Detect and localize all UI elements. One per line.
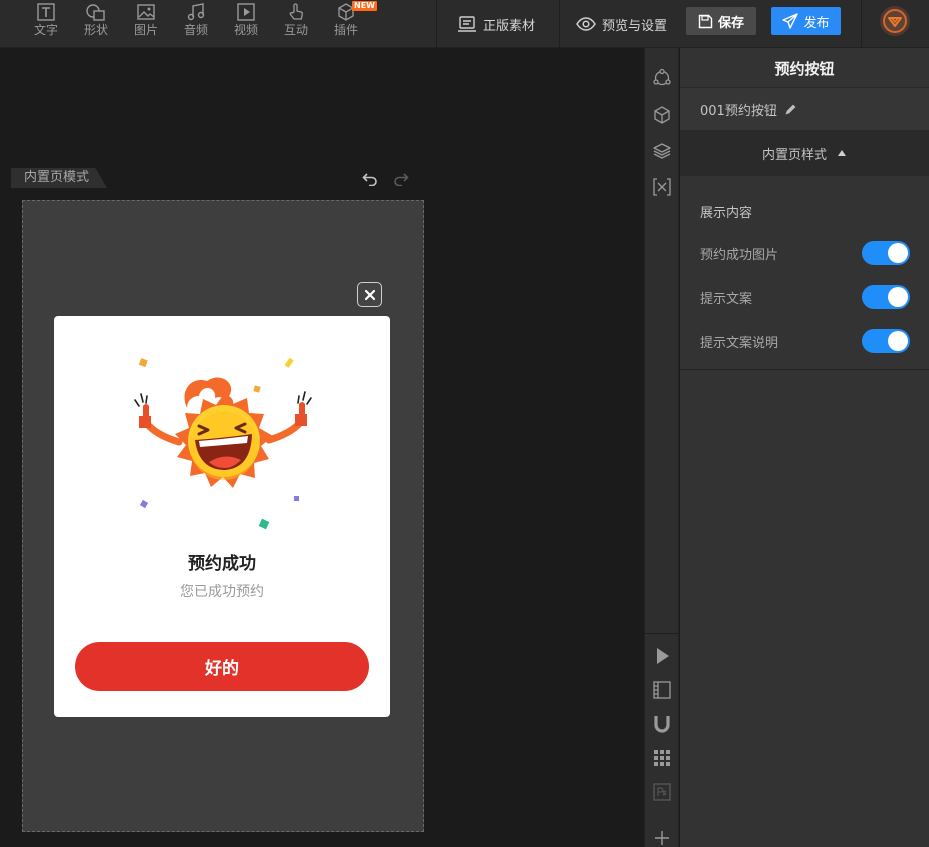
- tool-text[interactable]: 文字: [26, 0, 66, 48]
- component-name-row[interactable]: 001预约按钮: [680, 88, 929, 130]
- close-button[interactable]: [357, 282, 382, 307]
- display-content-heading: 展示内容: [700, 206, 753, 221]
- add-icon[interactable]: [652, 828, 672, 847]
- toolbar-divider: [436, 0, 437, 48]
- tool-image-label: 图片: [133, 23, 158, 37]
- happy-sun-illustration: [134, 357, 312, 530]
- tool-video[interactable]: 视频: [226, 0, 266, 48]
- toggle-knob: [888, 243, 908, 263]
- redo-icon[interactable]: [393, 172, 409, 186]
- magnet-icon[interactable]: [652, 714, 672, 734]
- publish-button[interactable]: 发布: [771, 7, 841, 35]
- success-image-toggle[interactable]: [862, 241, 910, 265]
- tool-shape[interactable]: 形状: [76, 0, 116, 48]
- section-label: 内置页样式: [761, 147, 827, 163]
- top-toolbar: 文字 形状 图片 音频 视频 互动 NEW 插件 正版素材 预览与设置 保存 发…: [0, 0, 929, 48]
- property-panel: 预约按钮 001预约按钮 内置页样式 展示内容 预约成功图片 提示文案 提示文案…: [680, 48, 929, 847]
- layers-icon[interactable]: [652, 141, 672, 161]
- play-icon[interactable]: [652, 646, 672, 666]
- component-cube-icon[interactable]: [652, 105, 672, 125]
- tool-column-divider: [645, 633, 680, 634]
- toggle-row-tip-text: 提示文案: [680, 275, 929, 319]
- video-icon: [237, 3, 255, 21]
- assets-icon: [458, 16, 476, 32]
- success-dialog: 预约成功 您已成功预约 好的: [54, 316, 390, 717]
- variable-icon[interactable]: [652, 177, 672, 197]
- panel-divider: [680, 369, 929, 370]
- caret-up-icon: [838, 150, 846, 156]
- hand-pointer-icon: [289, 3, 303, 20]
- side-tool-column: [644, 48, 680, 847]
- pencil-edit-icon[interactable]: [785, 103, 797, 115]
- tool-shape-label: 形状: [83, 23, 108, 37]
- assets-button[interactable]: 正版素材: [457, 0, 535, 48]
- image-icon: [137, 4, 155, 20]
- share-triangle-icon[interactable]: [652, 68, 672, 88]
- assets-label: 正版素材: [483, 18, 536, 34]
- grid-icon[interactable]: [652, 748, 672, 768]
- tool-video-label: 视频: [233, 23, 258, 37]
- filmstrip-icon[interactable]: [652, 680, 672, 700]
- toolbar-divider: [861, 0, 862, 48]
- page-mode-tab[interactable]: 内置页模式: [11, 168, 108, 188]
- shape-icon: [86, 4, 105, 21]
- toggle-label: 提示文案说明: [700, 335, 779, 351]
- user-badge-icon: [883, 9, 907, 33]
- preview-settings-label: 预览与设置: [602, 18, 668, 34]
- undo-icon[interactable]: [362, 172, 378, 186]
- toggle-knob: [888, 287, 908, 307]
- save-button[interactable]: 保存: [686, 7, 756, 35]
- text-icon: [37, 3, 55, 21]
- toggle-knob: [888, 331, 908, 351]
- section-header-builtin-style[interactable]: 内置页样式: [680, 130, 929, 176]
- preview-settings-button[interactable]: 预览与设置: [576, 0, 667, 48]
- panel-title: 预约按钮: [680, 48, 929, 88]
- confirm-button[interactable]: 好的: [75, 642, 369, 691]
- tool-audio-label: 音频: [183, 23, 208, 37]
- save-label: 保存: [717, 15, 744, 31]
- tool-interactive[interactable]: 互动: [276, 0, 316, 48]
- tool-plugin-label: 插件: [333, 23, 358, 37]
- toggle-label: 预约成功图片: [700, 247, 779, 263]
- toggle-row-tip-description: 提示文案说明: [680, 319, 929, 363]
- toggle-label: 提示文案: [700, 291, 753, 307]
- tool-image[interactable]: 图片: [126, 0, 166, 48]
- music-icon: [187, 3, 205, 21]
- avatar[interactable]: [880, 6, 910, 36]
- tool-plugin[interactable]: NEW 插件: [326, 0, 377, 48]
- component-name: 001预约按钮: [700, 103, 777, 119]
- dialog-description: 您已成功预约: [180, 584, 264, 600]
- close-icon: [364, 289, 375, 300]
- dialog-title: 预约成功: [188, 554, 256, 574]
- tool-text-label: 文字: [33, 23, 58, 37]
- toggle-row-success-image: 预约成功图片: [680, 231, 929, 275]
- send-icon: [782, 13, 799, 29]
- toolbar-divider: [559, 0, 560, 48]
- eye-icon: [576, 17, 596, 31]
- tip-text-toggle[interactable]: [862, 285, 910, 309]
- tool-interactive-label: 互动: [283, 23, 308, 37]
- save-icon: [698, 14, 713, 28]
- publish-label: 发布: [803, 15, 830, 31]
- new-badge: NEW: [352, 1, 377, 11]
- tool-audio[interactable]: 音频: [176, 0, 216, 48]
- tip-description-toggle[interactable]: [862, 329, 910, 353]
- photoshop-import-icon[interactable]: [652, 782, 672, 802]
